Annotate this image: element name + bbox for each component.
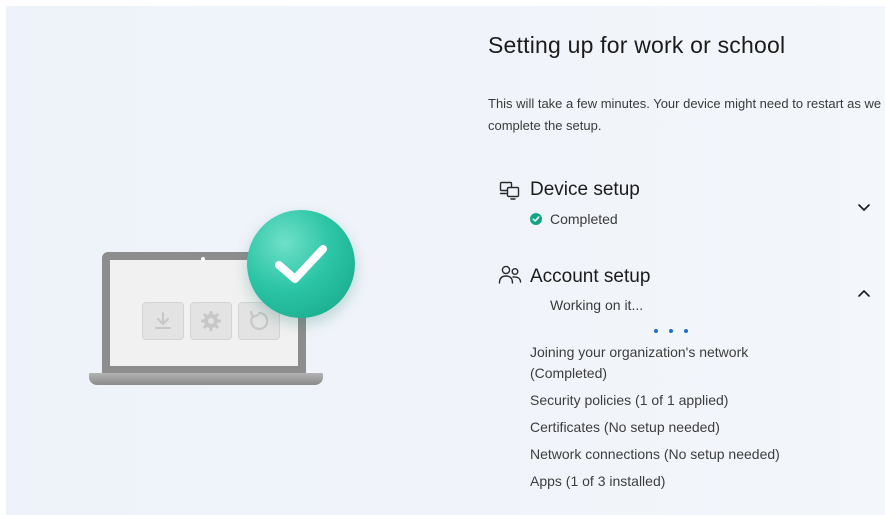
chevron-down-icon[interactable] [856, 199, 872, 215]
gear-icon [190, 302, 232, 340]
account-setup-status: Working on it... [550, 297, 644, 313]
detail-apps: Apps (1 of 3 installed) [530, 473, 666, 489]
device-setup-title: Device setup [530, 179, 640, 200]
progress-dot [654, 329, 658, 333]
device-setup-status: Completed [530, 211, 618, 227]
device-setup-icon [499, 180, 521, 202]
page-subtitle: This will take a few minutes. Your devic… [488, 96, 882, 133]
progress-dot [684, 329, 688, 333]
account-setup-title: Account setup [530, 266, 651, 287]
detail-network: Joining your organization's network (Com… [530, 344, 749, 381]
download-icon [142, 302, 184, 340]
people-icon [498, 264, 522, 286]
progress-dot [669, 329, 673, 333]
detail-certificates: Certificates (No setup needed) [530, 419, 720, 435]
completed-check-icon [530, 213, 542, 225]
device-setup-status-text: Completed [550, 211, 618, 227]
page-title: Setting up for work or school [488, 32, 786, 58]
chevron-up-icon[interactable] [856, 286, 872, 302]
detail-security-policies: Security policies (1 of 1 applied) [530, 392, 729, 408]
success-check-icon [247, 210, 355, 318]
laptop-base [89, 373, 323, 385]
detail-network-connections: Network connections (No setup needed) [530, 446, 780, 462]
laptop-webcam [201, 257, 205, 261]
